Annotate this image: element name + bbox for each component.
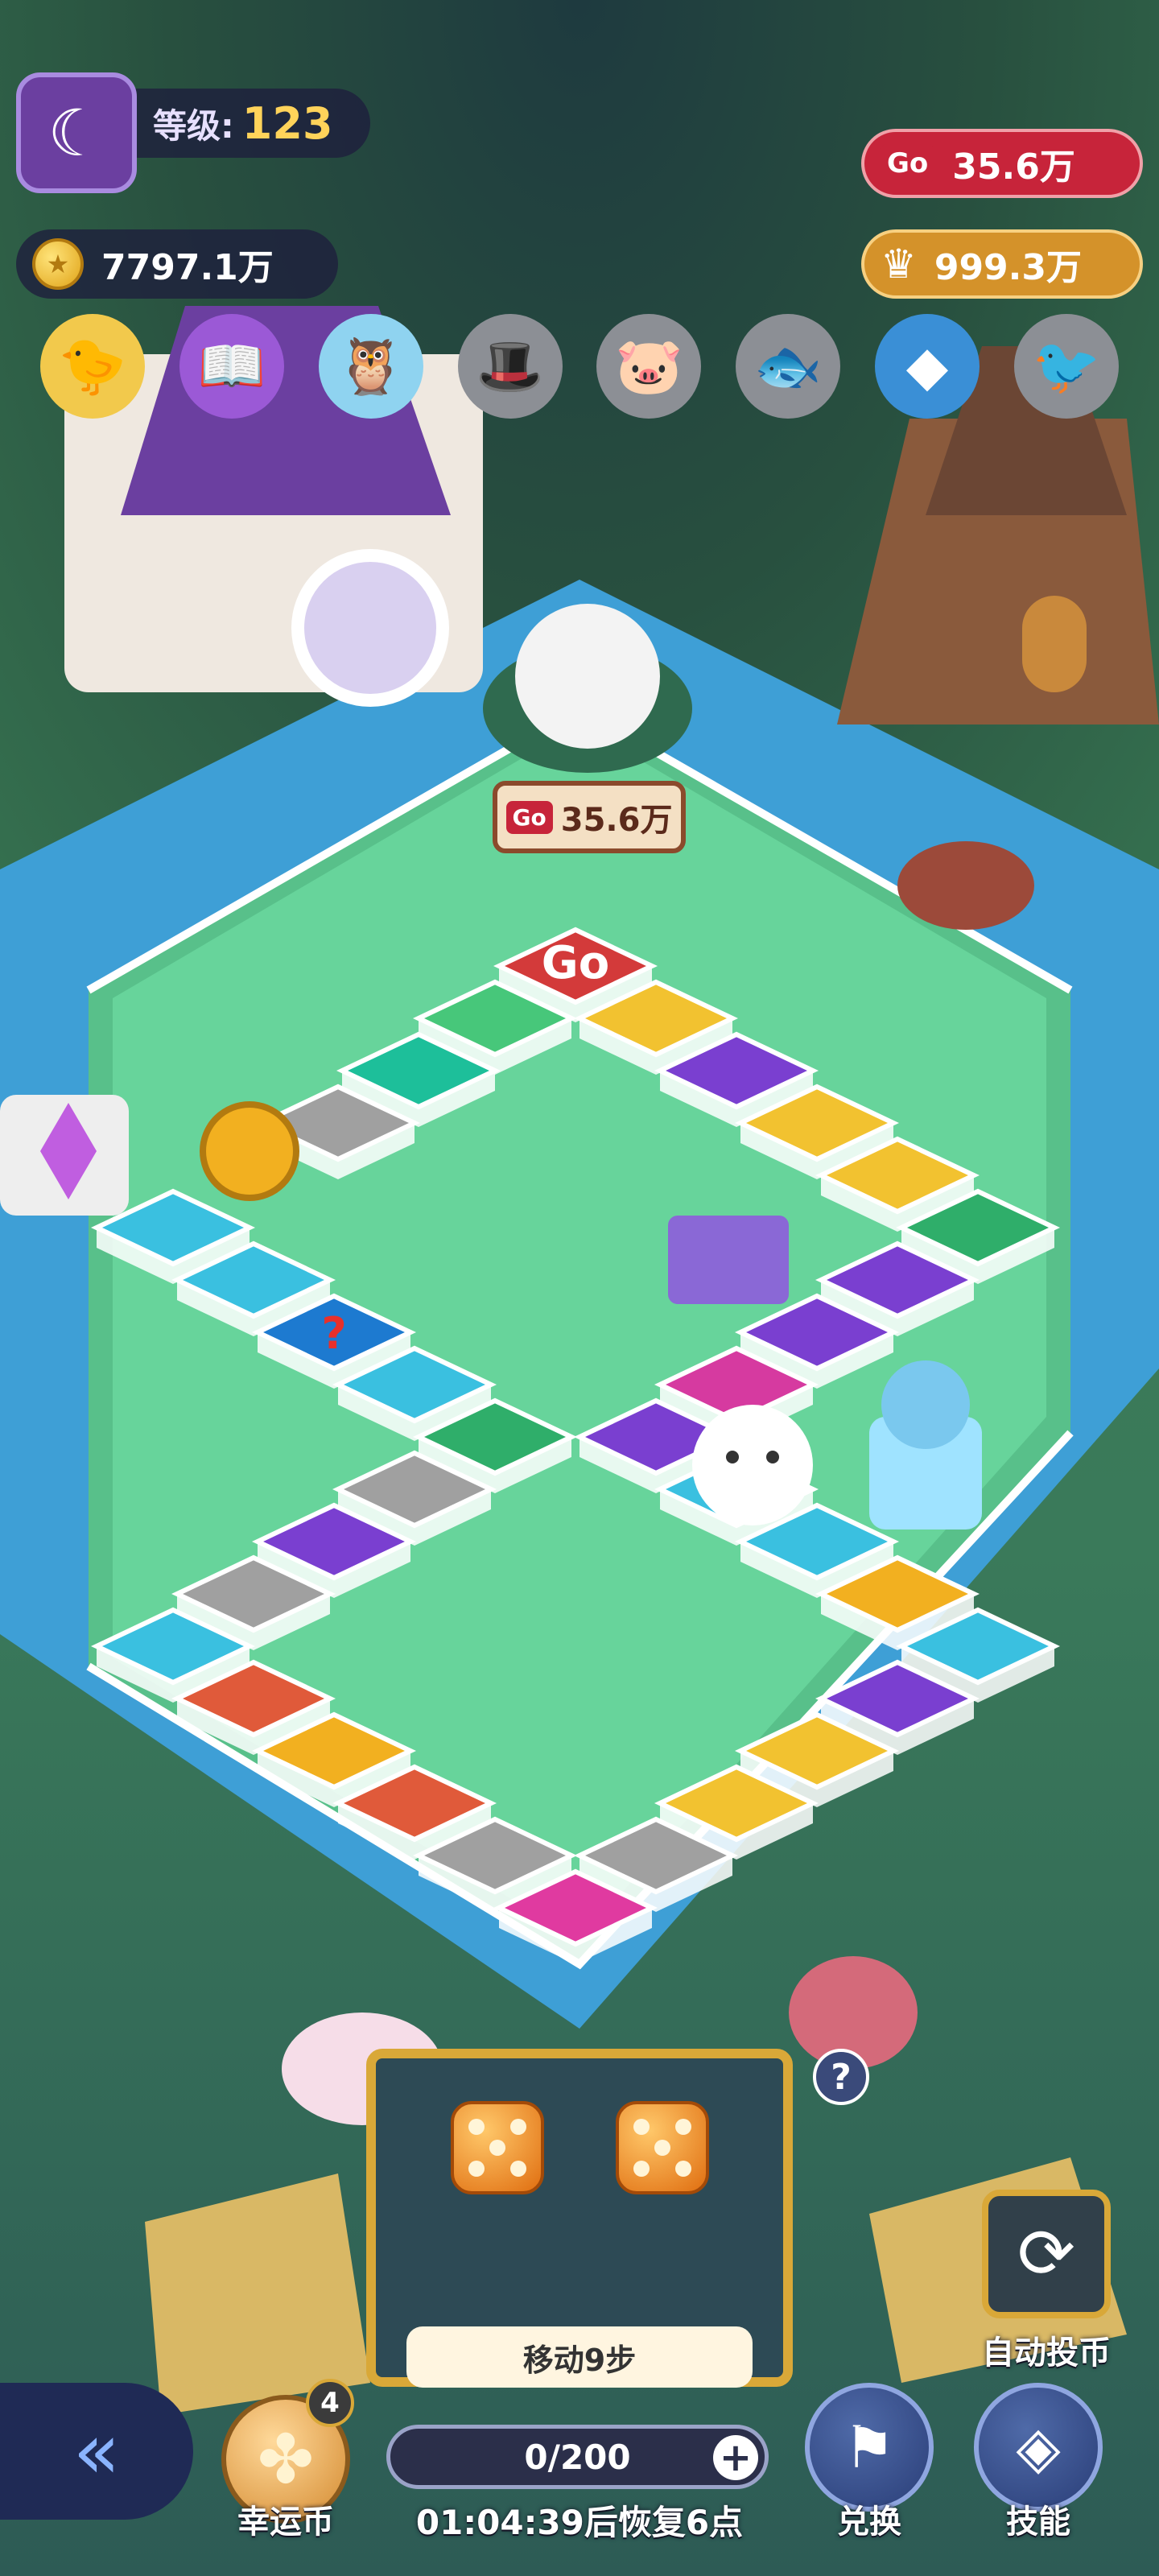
skills-label: 技能 [1006, 2504, 1070, 2541]
move-steps-label: 移动9步 [406, 2326, 753, 2388]
energy-timer: 01:04:39后恢复6点 [415, 2503, 744, 2542]
clover-icon: ✤ [257, 2420, 315, 2499]
penguin-ice [869, 1360, 982, 1530]
energy-bar: 0/200 + [386, 2425, 769, 2489]
fish-icon[interactable]: 🐟 [736, 314, 841, 419]
energy-value: 0/200 [524, 2437, 631, 2477]
back-arrow-icon: « [72, 2406, 121, 2496]
dice-left[interactable] [451, 2101, 544, 2194]
white-blob-character [692, 1405, 813, 1525]
help-button[interactable]: ? [813, 2049, 869, 2105]
sign-value: 35.6万 [560, 802, 673, 839]
level-label: 等级: [153, 105, 234, 146]
crown-gem-icon: ♛ [881, 241, 917, 287]
moon-face-icon: ☾ [47, 95, 105, 171]
purple-treasure-chest [668, 1216, 789, 1304]
village-house-left [145, 2174, 370, 2415]
collection-row: 🐤 📖 🦉 🎩 🐷 🐟 ◆ 🐦 [40, 314, 1119, 427]
skills-card-icon: ◈ [1016, 2413, 1061, 2481]
hat-icon[interactable]: 🎩 [457, 314, 563, 419]
bird-icon[interactable]: 🐦 [1013, 314, 1119, 419]
lucky-count-badge: 4 [306, 2379, 354, 2427]
crab [897, 841, 1034, 930]
star-coin [200, 1101, 299, 1201]
gem-value: 999.3万 [934, 247, 1083, 288]
add-energy-button[interactable]: + [713, 2435, 758, 2480]
gold-panel[interactable]: ★ 7797.1万 [16, 229, 338, 299]
owl-icon[interactable]: 🦉 [318, 314, 423, 419]
gold-value: 7797.1万 [101, 247, 274, 288]
start-tile-label: Go [542, 937, 609, 989]
book-icon[interactable]: 📖 [179, 314, 284, 419]
dice-right[interactable] [616, 2101, 709, 2194]
auto-roll-label: 自动投币 [982, 2334, 1111, 2372]
gem-panel[interactable]: ♛ 999.3万 [861, 229, 1143, 299]
refresh-icon: ⟳ [1017, 2214, 1076, 2294]
skills-button[interactable]: ◈ [974, 2383, 1103, 2512]
back-button[interactable]: « [0, 2383, 193, 2520]
go-token-value: 35.6万 [952, 147, 1075, 188]
mystery-tile-label: ? [321, 1308, 346, 1359]
auto-roll-button[interactable]: ⟳ [982, 2190, 1111, 2318]
go-badge: Go [505, 800, 553, 834]
exchange-button[interactable]: ⚑ [805, 2383, 934, 2512]
exchange-label: 兑换 [837, 2504, 901, 2541]
avatar[interactable]: ☾ [16, 72, 137, 193]
pig-icon[interactable]: 🐷 [596, 314, 702, 419]
chick-icon[interactable]: 🐤 [40, 314, 145, 419]
diamond-icon[interactable]: ◆ [875, 314, 980, 419]
lucky-coin-label: 幸运币 [237, 2504, 334, 2541]
go-reward-sign: Go 35.6万 [493, 781, 686, 853]
gold-coin-icon: ★ [32, 238, 84, 290]
go-token-panel[interactable]: Go 35.6万 [861, 129, 1143, 198]
go-token-icon: Go [881, 144, 935, 183]
level-value: 123 [241, 97, 333, 149]
crystal-shrine [0, 1095, 129, 1216]
exchange-icon: ⚑ [843, 2413, 896, 2481]
